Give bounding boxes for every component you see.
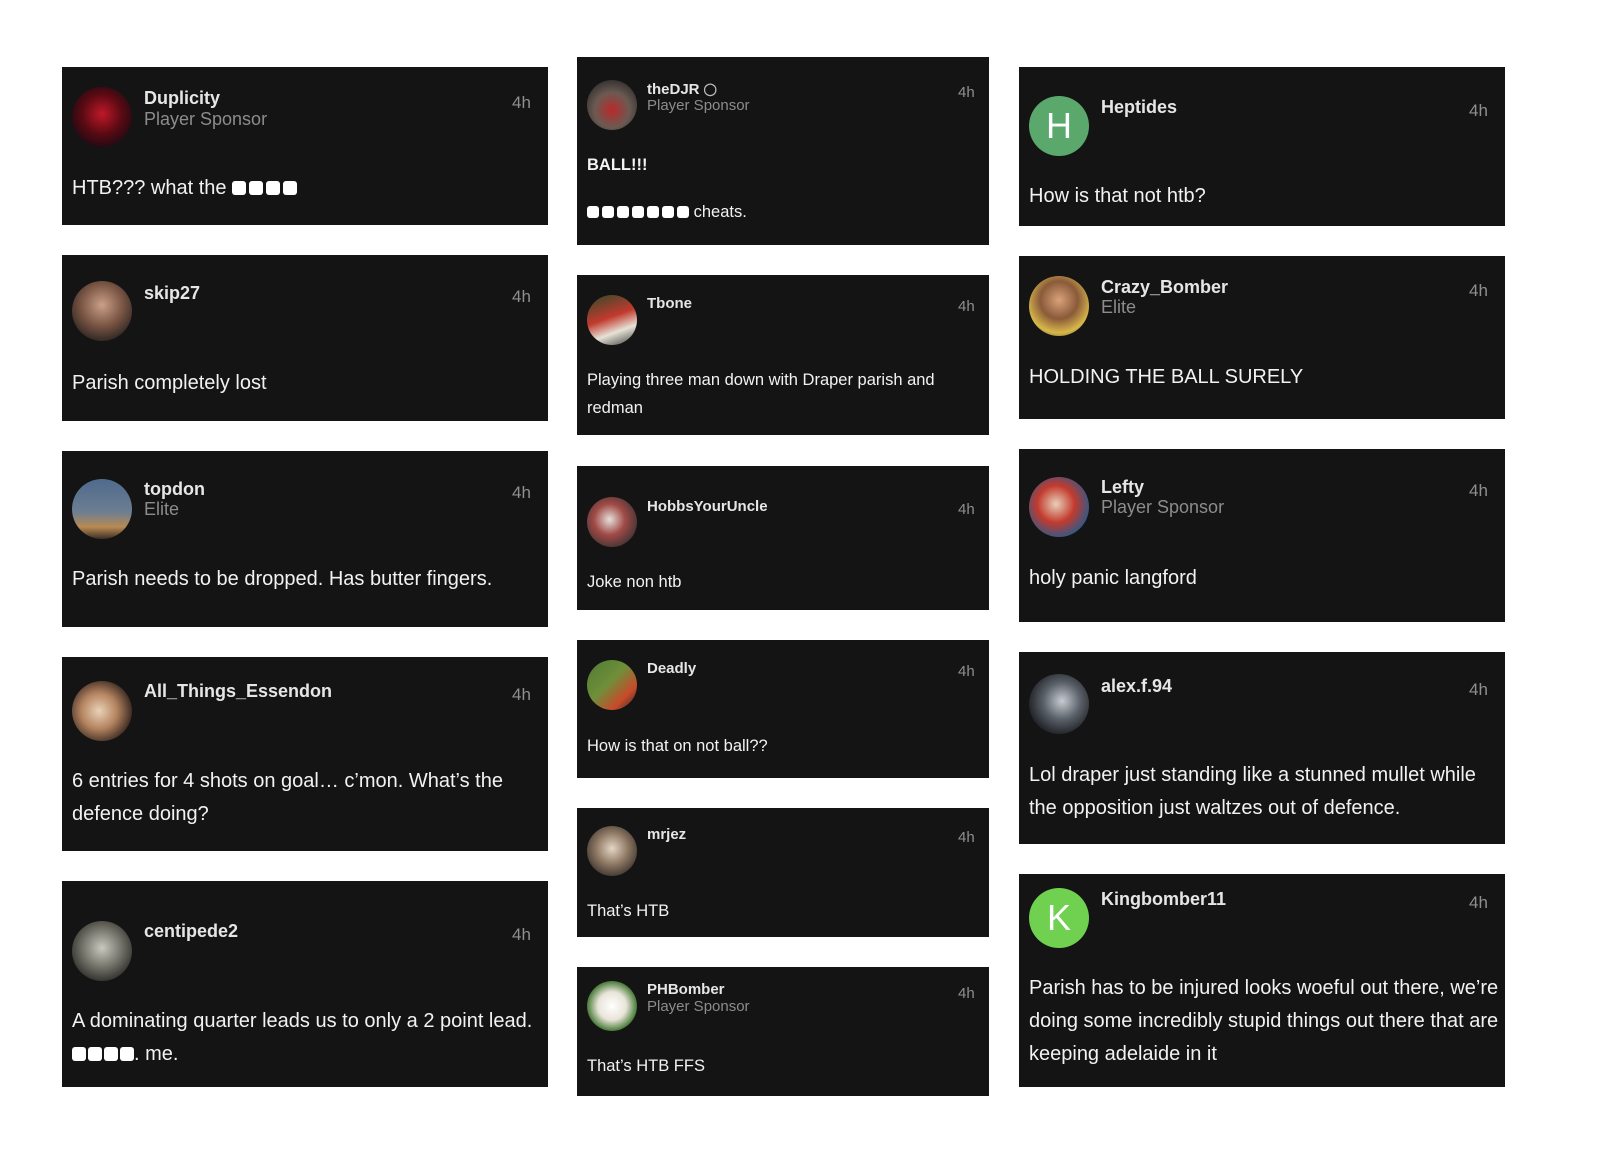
timestamp: 4h [1469, 101, 1488, 120]
username[interactable]: Tbone [647, 295, 692, 312]
user-role: Player Sponsor [144, 109, 268, 129]
post-card: Tbone 4h Playing three man down with Dra… [577, 275, 989, 435]
timestamp: 4h [1469, 281, 1488, 300]
post-card: All_Things_Essendon 4h 6 entries for 4 s… [62, 657, 548, 851]
timestamp: 4h [958, 501, 975, 518]
post-card: PHBomber Player Sponsor 4h That’s HTB FF… [577, 967, 989, 1096]
post-card: theDJR ◯ Player Sponsor 4h BALL!!! cheats… [577, 57, 989, 245]
avatar-letter: H [1046, 105, 1072, 146]
user-role: Player Sponsor [647, 998, 750, 1015]
timestamp: 4h [1469, 481, 1488, 500]
avatar[interactable] [587, 80, 637, 130]
post-text: Parish completely lost [72, 372, 267, 394]
username[interactable]: Crazy_Bomber [1101, 277, 1228, 298]
redacted-word [72, 1043, 134, 1065]
avatar[interactable] [72, 921, 132, 981]
post-card: topdon Elite 4h Parish needs to be dropp… [62, 451, 548, 627]
avatar[interactable] [72, 681, 132, 741]
avatar[interactable] [587, 660, 637, 710]
timestamp: 4h [958, 663, 975, 680]
avatar[interactable] [1029, 477, 1089, 537]
username[interactable]: Lefty [1101, 477, 1144, 498]
timestamp: 4h [512, 93, 531, 112]
avatar[interactable] [587, 826, 637, 876]
username[interactable]: All_Things_Essendon [144, 681, 332, 702]
post-text: holy panic langford [1029, 567, 1197, 589]
avatar[interactable] [72, 87, 132, 147]
post-text: HTB??? what the [72, 172, 532, 205]
timestamp: 4h [1469, 680, 1488, 699]
username[interactable]: topdon [144, 479, 205, 500]
username[interactable]: HobbsYourUncle [647, 498, 768, 515]
timestamp: 4h [512, 483, 531, 502]
username[interactable]: skip27 [144, 283, 200, 304]
timestamp: 4h [958, 829, 975, 846]
username[interactable]: Deadly [647, 660, 696, 677]
post-text: A dominating quarter leads us to only a … [72, 1005, 542, 1071]
username[interactable]: PHBomber [647, 981, 725, 998]
username[interactable]: Kingbomber11 [1101, 889, 1226, 910]
post-text: Parish has to be injured looks woeful ou… [1029, 977, 1499, 1065]
username[interactable]: mrjez [647, 826, 686, 843]
user-role: Player Sponsor [1101, 497, 1225, 517]
shield-icon: ◯ [703, 82, 717, 96]
avatar[interactable] [1029, 276, 1089, 336]
username[interactable]: centipede2 [144, 921, 238, 942]
post-headline: BALL!!! [587, 156, 648, 174]
post-text-main: A dominating quarter leads us to only a … [72, 1010, 533, 1032]
user-role: Elite [1101, 297, 1137, 317]
username[interactable]: alex.f.94 [1101, 676, 1172, 697]
avatar[interactable]: K [1029, 888, 1089, 948]
post-text: Lol draper just standing like a stunned … [1029, 764, 1476, 819]
post-text: That’s HTB FFS [587, 1057, 705, 1075]
post-text: Joke non htb [587, 573, 682, 591]
post-card: K Kingbomber11 4h Parish has to be injur… [1019, 874, 1505, 1087]
timestamp: 4h [512, 287, 531, 306]
post-card: alex.f.94 4h Lol draper just standing li… [1019, 652, 1505, 844]
avatar[interactable] [72, 281, 132, 341]
avatar[interactable]: H [1029, 96, 1089, 156]
post-text: Parish needs to be dropped. Has butter f… [72, 568, 493, 590]
username[interactable]: Duplicity [144, 88, 220, 109]
avatar[interactable] [587, 981, 637, 1031]
timestamp: 4h [958, 84, 975, 101]
username-text[interactable]: theDJR [647, 81, 700, 98]
timestamp: 4h [958, 298, 975, 315]
post-text-tail: . me. [134, 1043, 179, 1065]
timestamp: 4h [1469, 893, 1488, 912]
username[interactable]: theDJR ◯ [647, 81, 717, 98]
post-text: cheats. [587, 198, 747, 226]
avatar[interactable] [587, 295, 637, 345]
user-role: Elite [144, 499, 180, 519]
timestamp: 4h [512, 685, 531, 704]
post-card: Duplicity Player Sponsor 4h HTB??? what … [62, 67, 548, 225]
post-card: H Heptides 4h How is that not htb? [1019, 67, 1505, 226]
post-card: Crazy_Bomber Elite 4h HOLDING THE BALL S… [1019, 256, 1505, 419]
avatar[interactable] [587, 497, 637, 547]
post-card: Lefty Player Sponsor 4h holy panic langf… [1019, 449, 1505, 622]
redacted-word [232, 177, 298, 199]
post-text: How is that not htb? [1029, 185, 1206, 207]
post-text: That’s HTB [587, 902, 670, 920]
post-card: skip27 4h Parish completely lost [62, 255, 548, 421]
username[interactable]: Heptides [1101, 97, 1177, 118]
avatar[interactable] [1029, 674, 1089, 734]
post-text: 6 entries for 4 shots on goal… c’mon. Wh… [72, 770, 503, 825]
post-card: mrjez 4h That’s HTB [577, 808, 989, 937]
avatar[interactable] [72, 479, 132, 539]
post-card: Deadly 4h How is that on not ball?? [577, 640, 989, 778]
timestamp: 4h [958, 985, 975, 1002]
post-text: Playing three man down with Draper paris… [587, 371, 935, 417]
post-card: HobbsYourUncle 4h Joke non htb [577, 466, 989, 610]
timestamp: 4h [512, 925, 531, 944]
redacted-word [587, 203, 689, 221]
post-text: How is that on not ball?? [587, 737, 768, 755]
post-text: HOLDING THE BALL SURELY [1029, 366, 1304, 388]
user-role: Player Sponsor [647, 97, 750, 114]
avatar-letter: K [1046, 897, 1071, 938]
post-card: centipede2 4h A dominating quarter leads… [62, 881, 548, 1087]
post-text-tail: cheats. [693, 203, 747, 221]
